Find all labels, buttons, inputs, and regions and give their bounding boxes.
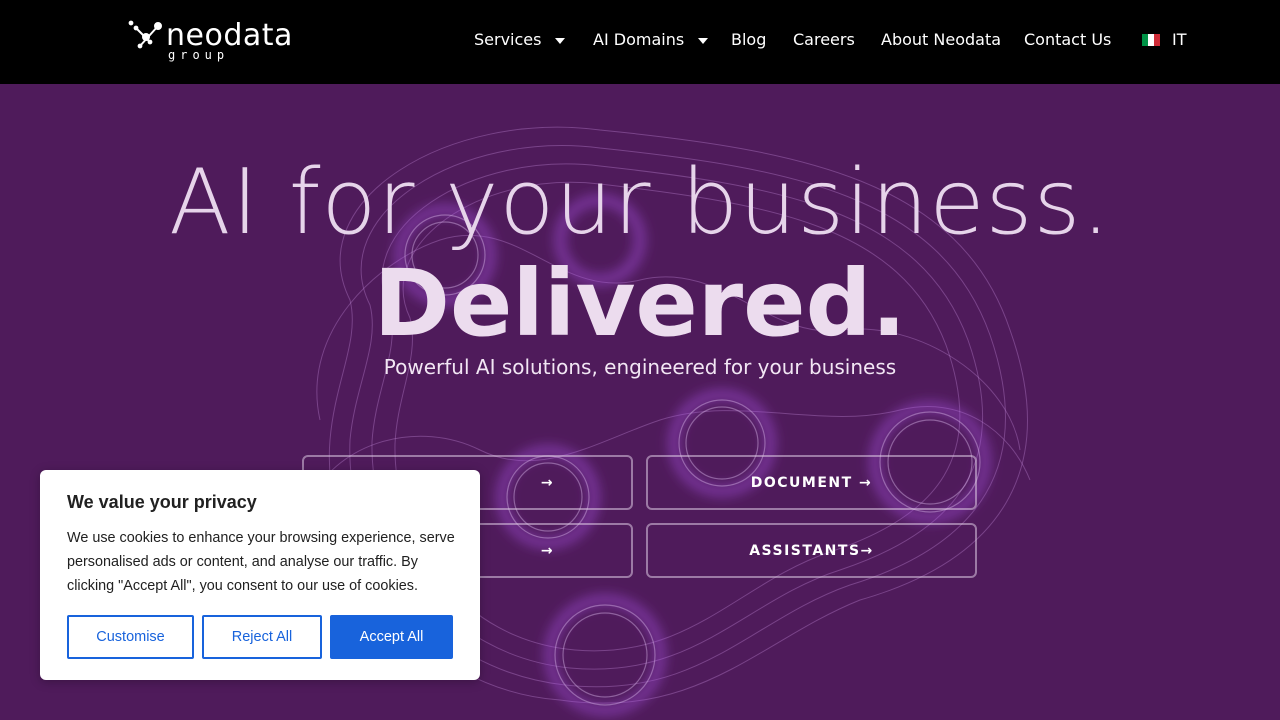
neodata-logo[interactable]: neodata group [128,18,292,68]
logo-mark-icon [128,20,162,49]
customise-button[interactable]: Customise [67,615,194,659]
cta-button-1-label: → [540,474,555,491]
site-header: neodata group Services AI Domains Blog C… [0,0,1280,84]
nav-services[interactable]: Services [474,30,566,49]
language-switcher[interactable]: IT [1142,30,1187,49]
nav-careers-label: Careers [793,30,855,49]
nav-contact-label: Contact Us [1024,30,1112,49]
nav-careers[interactable]: Careers [793,30,855,49]
italy-flag-icon [1142,33,1160,46]
accept-all-button[interactable]: Accept All [330,615,453,659]
nav-contact[interactable]: Contact Us [1024,30,1111,49]
language-label: IT [1172,30,1187,49]
nav-services-label: Services [474,30,542,49]
chevron-down-icon [555,37,566,44]
cookie-title: We value your privacy [67,492,257,512]
reject-all-button[interactable]: Reject All [202,615,322,659]
cta-document-label: DOCUMENT → [750,474,873,491]
nav-about-label: About Neodata [881,30,1002,49]
cta-assistants-label: ASSISTANTS→ [749,542,874,559]
cta-button-3-label: → [540,542,555,559]
cta-assistants-button[interactable]: ASSISTANTS→ [646,523,977,578]
nav-blog-label: Blog [731,30,767,49]
hero-headline: AI for your business. [169,150,1111,255]
cookie-text: We use cookies to enhance your browsing … [67,530,455,594]
cookie-consent-banner: We value your privacy We use cookies to … [40,470,480,680]
nav-ai-domains[interactable]: AI Domains [593,30,709,49]
brand-tagline: group [168,48,230,62]
chevron-down-icon [698,37,709,44]
hero-subtitle: Powerful AI solutions, engineered for yo… [383,355,897,379]
nav-ai-domains-label: AI Domains [593,30,685,49]
nav-about[interactable]: About Neodata [881,30,1001,49]
cta-document-button[interactable]: DOCUMENT → [646,455,977,510]
nav-blog[interactable]: Blog [731,30,766,49]
hero-emphasis: Delivered. [373,250,907,357]
